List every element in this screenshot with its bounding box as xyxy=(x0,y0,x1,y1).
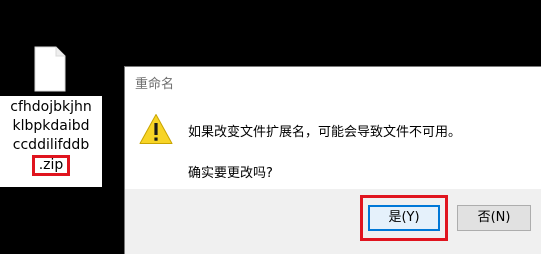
file-name-label[interactable]: cfhdojbkjhn klbpkdaibd ccddilifddb .zip xyxy=(0,96,102,187)
dialog-message: 如果改变文件扩展名，可能会导致文件不可用。 xyxy=(188,125,462,140)
no-button[interactable]: 否(N) xyxy=(457,205,531,231)
yes-button[interactable]: 是(Y) xyxy=(368,205,440,231)
dialog-title-bar[interactable]: 重命名 xyxy=(125,67,541,97)
file-name-line-2: klbpkdaibd xyxy=(12,118,90,134)
rename-dialog: 重命名 如果改变文件扩展名，可能会导致文件不可用。 确实要更改吗? 是(Y) 否… xyxy=(124,66,541,254)
blank-file-icon[interactable] xyxy=(34,46,66,92)
desktop-background: cfhdojbkjhn klbpkdaibd ccddilifddb .zip … xyxy=(0,0,541,254)
file-name-line-1: cfhdojbkjhn xyxy=(10,99,92,115)
file-extension-highlight: .zip xyxy=(31,155,71,176)
dialog-question: 确实要更改吗? xyxy=(188,166,273,181)
file-name-line-3: ccddilifddb xyxy=(12,137,90,153)
warning-icon xyxy=(139,113,173,145)
dialog-title: 重命名 xyxy=(135,77,175,92)
